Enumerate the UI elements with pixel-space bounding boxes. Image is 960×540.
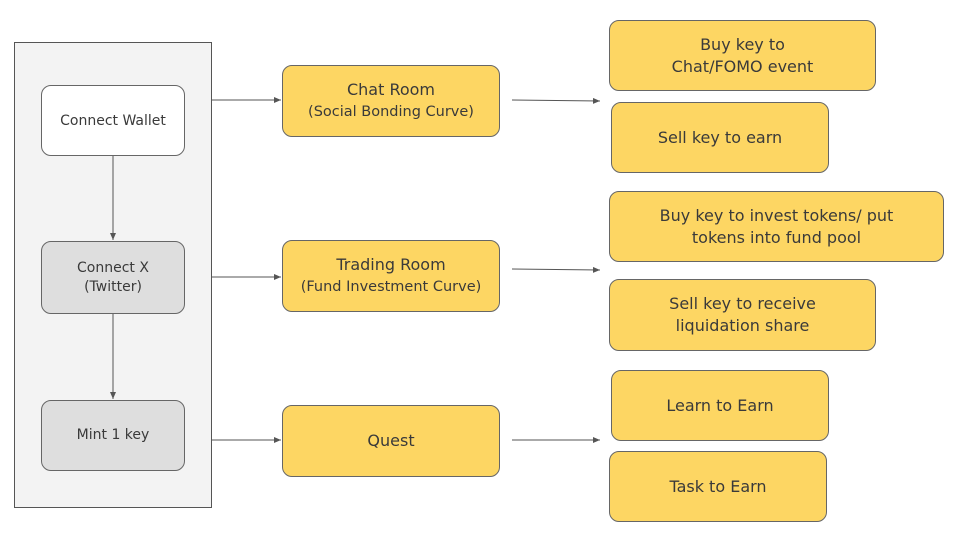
- sell-key-earn-node: Sell key to earn: [611, 102, 829, 173]
- chat-room-node: Chat Room (Social Bonding Curve): [282, 65, 500, 137]
- sell-key-liquidation-node: Sell key to receive liquidation share: [609, 279, 876, 351]
- node-sublabel: (Fund Investment Curve): [300, 279, 482, 295]
- arrow-chat-actions: [511, 97, 601, 104]
- task-to-earn-node: Task to Earn: [609, 451, 827, 522]
- trading-room-node: Trading Room (Fund Investment Curve): [282, 240, 500, 312]
- node-label: tokens into fund pool: [691, 227, 862, 247]
- node-label: Connect Wallet: [60, 112, 166, 129]
- connect-wallet-node: Connect Wallet: [41, 85, 185, 156]
- node-label: Learn to Earn: [666, 395, 774, 415]
- node-label: Connect X: [77, 259, 149, 276]
- node-label: Sell key to receive: [669, 294, 816, 313]
- quest-node: Quest: [282, 405, 500, 477]
- node-sublabel: (Twitter): [84, 278, 142, 295]
- buy-key-invest-node: Buy key to invest tokens/ put tokens into…: [609, 191, 944, 262]
- node-label: Chat Room: [346, 80, 436, 99]
- node-label: Mint 1 key: [76, 427, 150, 443]
- arrow-trading-actions: [511, 266, 601, 273]
- connect-x-node: Connect X (Twitter): [41, 241, 185, 314]
- node-label: Buy key to invest tokens/ put: [659, 205, 894, 225]
- node-label: Sell key to earn: [657, 127, 783, 147]
- node-label: Buy key to: [700, 34, 785, 54]
- node-sublabel: (Social Bonding Curve): [308, 104, 474, 120]
- node-label: Quest: [367, 431, 415, 450]
- node-label: Task to Earn: [669, 476, 767, 496]
- buy-key-chat-node: Buy key to Chat/FOMO event: [609, 20, 876, 91]
- mint-key-node: Mint 1 key: [41, 400, 185, 471]
- node-label: Trading Room: [336, 255, 446, 274]
- node-label: Chat/FOMO event: [671, 56, 814, 76]
- learn-to-earn-node: Learn to Earn: [611, 370, 829, 441]
- node-label: liquidation share: [675, 316, 810, 335]
